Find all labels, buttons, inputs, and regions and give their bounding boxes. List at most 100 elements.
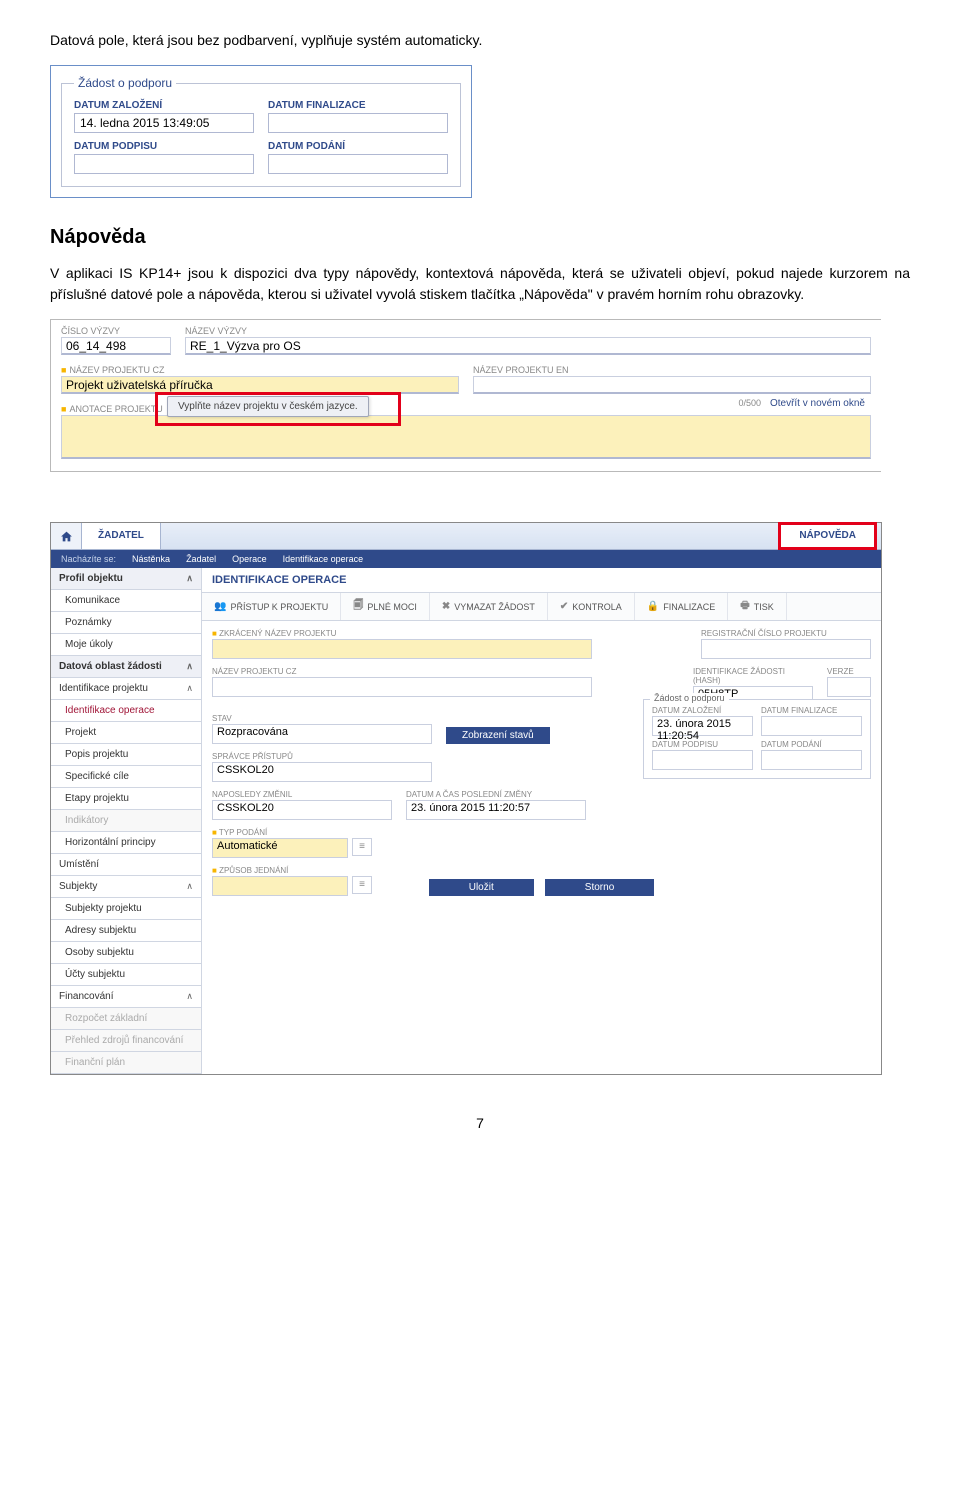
input-datum-finalizace [268,113,448,133]
sidebar-item[interactable]: Horizontální principy [51,832,201,854]
sidebar-item[interactable]: Adresy subjektu [51,920,201,942]
label-nazev-cz: NÁZEV PROJEKTU CZ [212,667,592,676]
input-nazev-cz [212,677,592,697]
input-reg-cislo [701,639,871,659]
screenshot-tooltip: ČÍSLO VÝZVY 06_14_498 NÁZEV VÝZVY RE_1_V… [50,319,881,472]
input-zkraceny-nazev[interactable] [212,639,592,659]
chevron-up-icon: ∧ [186,881,193,892]
sidebar-section-subjekty[interactable]: Subjekty ∧ [51,876,201,898]
body-paragraph: V aplikaci IS KP14+ jsou k dispozici dva… [50,263,910,305]
sidebar-section-financovani[interactable]: Financování ∧ [51,986,201,1008]
topbar: ŽADATEL NÁPOVĚDA [51,523,881,550]
sidebar-section-profil[interactable]: Profil objektu ∧ [51,568,201,590]
input-verze [827,677,871,697]
sidebar-section-ident[interactable]: Identifikace projektu ∧ [51,678,201,700]
label-spravce: SPRÁVCE PŘÍSTUPŮ [212,752,432,761]
label-nazev-en: NÁZEV PROJEKTU EN [473,365,871,375]
sidebar-section-umisteni[interactable]: Umístění [51,854,201,876]
sidebar-item[interactable]: Poznámky [51,612,201,634]
tool-pristup[interactable]: 👥 PŘÍSTUP K PROJEKTU [202,593,341,620]
label-hash: IDENTIFIKACE ŽÁDOSTI (HASH) [693,667,813,685]
sidebar-item[interactable]: Specifické cíle [51,766,201,788]
button-storno[interactable]: Storno [545,879,654,896]
label-typ-podani: TYP PODÁNÍ [212,828,372,837]
label-box-podpis: DATUM PODPISU [652,740,753,749]
fieldset-legend: Žádost o podporu [74,76,176,90]
sidebar-item[interactable]: Projekt [51,722,201,744]
label-cislo-vyzvy: ČÍSLO VÝZVY [61,326,171,336]
sidebar-item-identifikace-operace[interactable]: Identifikace operace [51,700,201,722]
tool-kontrola[interactable]: ✔ KONTROLA [548,593,635,620]
input-nazev-en[interactable] [473,376,871,394]
breadcrumb-item[interactable]: Nástěnka [132,554,170,564]
box-legend: Žádost o podporu [650,693,729,703]
input-naposledy: CSSKOL20 [212,800,392,820]
sidebar-item[interactable]: Popis projektu [51,744,201,766]
tab-napoveda[interactable]: NÁPOVĚDA [778,522,877,550]
home-icon [60,530,73,543]
main-title: IDENTIFIKACE OPERACE [202,568,881,593]
tool-plne-moci[interactable]: 🗐PLNÉ MOCI [341,593,430,620]
chevron-up-icon: ∧ [186,573,193,584]
check-icon: ✔ [560,601,568,612]
lock-icon: 🔒 [647,601,659,612]
label-datum-zalozeni: DATUM ZALOŽENÍ [74,100,254,111]
main-panel: IDENTIFIKACE OPERACE 👥 PŘÍSTUP K PROJEKTU… [201,568,881,1074]
tool-label: FINALIZACE [663,602,715,612]
input-spravce: CSSKOL20 [212,762,432,782]
sidebar-section-label: Umístění [59,859,99,870]
label-stav: STAV [212,714,432,723]
button-zobrazeni-stavu[interactable]: Zobrazení stavů [446,727,550,744]
sidebar-item[interactable]: Účty subjektu [51,964,201,986]
label-zpusob-jednani: ZPŮSOB JEDNÁNÍ [212,866,372,875]
input-box-finalizace [761,716,862,736]
tool-label: VYMAZAT ŽÁDOST [454,602,535,612]
screenshot-app: ŽADATEL NÁPOVĚDA Nacházíte se: Nástěnka … [50,522,882,1075]
sidebar-item[interactable]: Moje úkoly [51,634,201,656]
tool-finalizace[interactable]: 🔒 FINALIZACE [635,593,728,620]
input-datum-podani [268,154,448,174]
tool-label: KONTROLA [572,602,622,612]
label-zkraceny-nazev: ZKRÁCENÝ NÁZEV PROJEKTU [212,629,592,638]
input-stav: Rozpracována [212,724,432,744]
input-nazev-vyzvy: RE_1_Výzva pro OS [185,337,871,355]
breadcrumb-item: Identifikace operace [283,554,364,564]
sidebar-section-datova[interactable]: Datová oblast žádosti ∧ [51,656,201,678]
tool-label: TISK [754,602,774,612]
zadost-fieldset: Žádost o podporu DATUM ZALOŽENÍ DATUM FI… [61,76,461,187]
label-datum-finalizace: DATUM FINALIZACE [268,100,448,111]
breadcrumb-item[interactable]: Operace [232,554,267,564]
input-datum-zmeny: 23. února 2015 11:20:57 [406,800,586,820]
page-number: 7 [50,1115,910,1131]
sidebar-item[interactable]: Subjekty projektu [51,898,201,920]
tool-vymazat[interactable]: ✖VYMAZAT ŽÁDOST [430,593,548,620]
sidebar-item[interactable]: Etapy projektu [51,788,201,810]
toolbar: 👥 PŘÍSTUP K PROJEKTU 🗐PLNÉ MOCI ✖VYMAZAT … [202,593,881,621]
open-new-window-link[interactable]: Otevřít v novém okně [770,398,865,409]
breadcrumb-label: Nacházíte se: [61,554,116,564]
home-tab[interactable] [51,523,82,549]
tooltip: Vyplňte název projektu v českém jazyce. [167,396,369,417]
breadcrumb: Nacházíte se: Nástěnka Žadatel Operace I… [51,550,881,568]
label-naposledy: NAPOSLEDY ZMĚNIL [212,790,392,799]
tool-label: PŘÍSTUP K PROJEKTU [230,602,328,612]
sidebar-section-label: Financování [59,991,113,1002]
sidebar-item: Rozpočet základní [51,1008,201,1030]
tab-zadatel[interactable]: ŽADATEL [82,523,161,549]
sidebar-item[interactable]: Komunikace [51,590,201,612]
label-reg-cislo: REGISTRAČNÍ ČÍSLO PROJEKTU [701,629,871,638]
sidebar-item[interactable]: Osoby subjektu [51,942,201,964]
label-box-podani: DATUM PODÁNÍ [761,740,862,749]
label-datum-podpisu: DATUM PODPISU [74,141,254,152]
button-ulozit[interactable]: Uložit [429,879,534,896]
sidebar-section-label: Profil objektu [59,573,123,584]
sidebar-item: Indikátory [51,810,201,832]
heading-napoveda: Nápověda [50,226,910,249]
list-icon[interactable]: ≡ [352,838,372,856]
users-icon: 👥 [214,601,226,612]
breadcrumb-item[interactable]: Žadatel [186,554,216,564]
zadost-box: Žádost o podporu DATUM ZALOŽENÍ 23. únor… [643,699,871,779]
screenshot-fieldset-box: Žádost o podporu DATUM ZALOŽENÍ DATUM FI… [50,65,472,198]
input-typ-podani[interactable]: Automatické [212,838,348,858]
tool-tisk[interactable]: 🖶TISK [728,593,786,620]
